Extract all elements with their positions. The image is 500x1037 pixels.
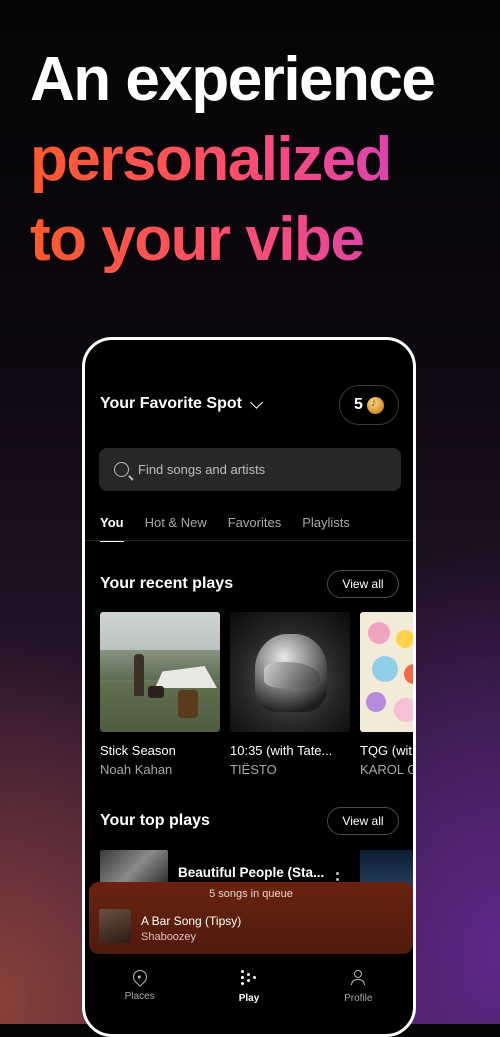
venue-selector[interactable]: Your Favorite Spot	[100, 395, 263, 413]
card-title: TQG (wit	[360, 743, 412, 758]
phone-frame: Your Favorite Spot 5 Find songs and arti…	[82, 337, 416, 1037]
coin-count: 5	[354, 396, 363, 413]
promo-headline: An experience personalized to your vibe	[30, 40, 490, 280]
nav-label: Places	[124, 991, 155, 1002]
now-playing-artist: Shaboozey	[141, 931, 197, 943]
nav-label: Profile	[344, 993, 373, 1004]
recent-card[interactable]: TQG (wit KAROL G	[360, 612, 416, 777]
recent-plays-title: Your recent plays	[100, 575, 234, 592]
tab-divider	[85, 540, 413, 541]
search-icon	[114, 462, 129, 477]
album-art	[100, 612, 220, 732]
mini-player[interactable]: 5 songs in queue A Bar Song (Tipsy) Shab…	[89, 882, 413, 954]
nav-profile[interactable]: Profile	[313, 956, 403, 1034]
card-artist: Noah Kahan	[100, 762, 173, 777]
card-title: Stick Season	[100, 743, 176, 758]
card-artist: KAROL G	[360, 762, 416, 777]
recent-card[interactable]: 10:35 (with Tate... TIËSTO	[230, 612, 350, 777]
more-options-icon[interactable]	[336, 872, 339, 875]
chevron-down-icon	[250, 395, 263, 409]
search-input[interactable]: Find songs and artists	[99, 448, 401, 491]
headline-line-2: personalized	[30, 120, 490, 200]
location-pin-icon	[129, 967, 150, 987]
user-icon	[350, 970, 366, 986]
album-art	[360, 612, 413, 732]
now-playing-art	[99, 909, 131, 943]
recent-view-all-button[interactable]: View all	[327, 570, 399, 598]
coin-icon	[366, 396, 384, 414]
top-play-title: Beautiful People (Sta...	[178, 865, 325, 880]
nav-label: Play	[238, 993, 260, 1004]
nav-places[interactable]: Places	[95, 956, 185, 1034]
now-playing-title: A Bar Song (Tipsy)	[141, 914, 242, 928]
bottom-nav: Places Play Profile	[85, 956, 413, 1034]
card-artist: TIËSTO	[230, 762, 277, 777]
coin-balance-button[interactable]: 5	[339, 385, 399, 425]
album-art	[230, 612, 350, 732]
queue-count: 5 songs in queue	[209, 888, 293, 900]
recent-card[interactable]: Stick Season Noah Kahan	[100, 612, 220, 777]
headline-line-1: An experience	[30, 45, 436, 114]
headline-line-3: to your vibe	[30, 200, 490, 280]
top-view-all-button[interactable]: View all	[327, 807, 399, 835]
card-title: 10:35 (with Tate...	[230, 743, 333, 758]
top-plays-title: Your top plays	[100, 812, 210, 829]
search-placeholder: Find songs and artists	[138, 462, 266, 477]
venue-name: Your Favorite Spot	[100, 395, 242, 412]
nav-play[interactable]: Play	[204, 956, 294, 1034]
play-dots-icon	[240, 970, 257, 986]
